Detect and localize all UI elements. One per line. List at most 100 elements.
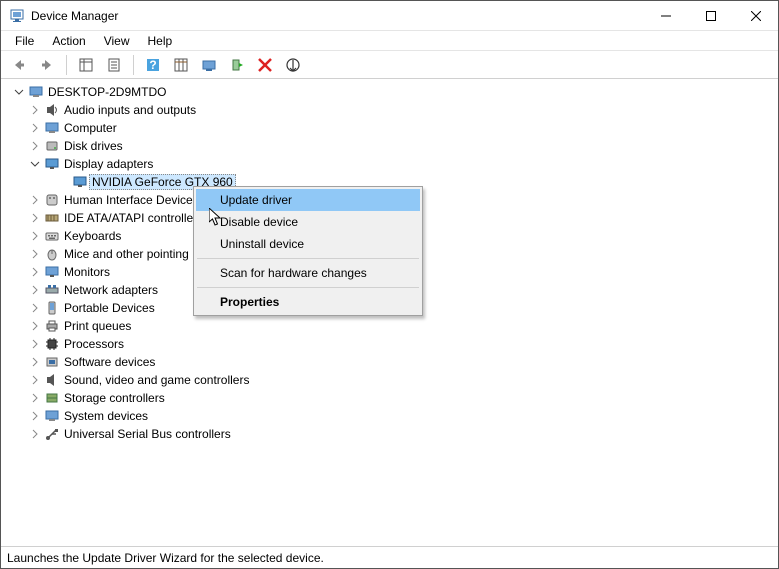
speaker-icon bbox=[43, 102, 61, 118]
computer-icon bbox=[43, 120, 61, 136]
show-hide-tree-button[interactable] bbox=[74, 53, 98, 77]
tree-item-storage[interactable]: Storage controllers bbox=[5, 389, 778, 407]
tree-item-print[interactable]: Print queues bbox=[5, 317, 778, 335]
tree-label: Network adapters bbox=[61, 282, 161, 298]
context-menu: Update driver Disable device Uninstall d… bbox=[193, 186, 423, 316]
menu-help[interactable]: Help bbox=[140, 32, 181, 50]
forward-button[interactable] bbox=[35, 53, 59, 77]
chevron-right-icon[interactable] bbox=[27, 318, 43, 334]
tree-label: Mice and other pointing bbox=[61, 246, 192, 262]
system-icon bbox=[43, 408, 61, 424]
tree-label: Human Interface Device bbox=[61, 192, 196, 208]
tree-item-software[interactable]: Software devices bbox=[5, 353, 778, 371]
chevron-right-icon[interactable] bbox=[27, 246, 43, 262]
mouse-icon bbox=[43, 246, 61, 262]
app-icon bbox=[9, 8, 25, 24]
portable-icon bbox=[43, 300, 61, 316]
disable-device-button[interactable] bbox=[281, 53, 305, 77]
tree-item-computer[interactable]: Computer bbox=[5, 119, 778, 137]
menubar: File Action View Help bbox=[1, 31, 778, 51]
properties-button[interactable] bbox=[102, 53, 126, 77]
controller-icon bbox=[43, 210, 61, 226]
tree-root[interactable]: DESKTOP-2D9MTDO bbox=[5, 83, 778, 101]
sound-icon bbox=[43, 372, 61, 388]
scan-button[interactable] bbox=[169, 53, 193, 77]
window-controls bbox=[643, 1, 778, 30]
cpu-icon bbox=[43, 336, 61, 352]
tree-item-sound[interactable]: Sound, video and game controllers bbox=[5, 371, 778, 389]
chevron-right-icon[interactable] bbox=[27, 228, 43, 244]
toolbar-separator bbox=[66, 55, 67, 75]
disk-icon bbox=[43, 138, 61, 154]
uninstall-device-button[interactable] bbox=[253, 53, 277, 77]
chevron-right-icon[interactable] bbox=[27, 210, 43, 226]
ctx-uninstall-device[interactable]: Uninstall device bbox=[196, 233, 420, 255]
chevron-right-icon[interactable] bbox=[27, 300, 43, 316]
tree-item-disk[interactable]: Disk drives bbox=[5, 137, 778, 155]
chevron-right-icon[interactable] bbox=[27, 372, 43, 388]
menu-action[interactable]: Action bbox=[44, 32, 93, 50]
chevron-down-icon[interactable] bbox=[11, 84, 27, 100]
ctx-separator bbox=[197, 287, 419, 288]
tree-label: Storage controllers bbox=[61, 390, 168, 406]
tree-item-processors[interactable]: Processors bbox=[5, 335, 778, 353]
usb-icon bbox=[43, 426, 61, 442]
tree-label: Sound, video and game controllers bbox=[61, 372, 252, 388]
tree-label: Print queues bbox=[61, 318, 134, 334]
ctx-update-driver[interactable]: Update driver bbox=[196, 189, 420, 211]
tree-label: Audio inputs and outputs bbox=[61, 102, 199, 118]
blank-icon bbox=[55, 174, 71, 190]
tree-label: Disk drives bbox=[61, 138, 126, 154]
chevron-right-icon[interactable] bbox=[27, 192, 43, 208]
maximize-button[interactable] bbox=[688, 1, 733, 30]
tree-label: Software devices bbox=[61, 354, 158, 370]
status-text: Launches the Update Driver Wizard for th… bbox=[7, 551, 324, 565]
back-button[interactable] bbox=[7, 53, 31, 77]
minimize-button[interactable] bbox=[643, 1, 688, 30]
tree-label: Computer bbox=[61, 120, 120, 136]
tree-label: System devices bbox=[61, 408, 151, 424]
ctx-properties[interactable]: Properties bbox=[196, 291, 420, 313]
enable-device-button[interactable] bbox=[225, 53, 249, 77]
tree-label: Keyboards bbox=[61, 228, 124, 244]
menu-file[interactable]: File bbox=[7, 32, 42, 50]
close-button[interactable] bbox=[733, 1, 778, 30]
tree-label: Display adapters bbox=[61, 156, 156, 172]
chevron-right-icon[interactable] bbox=[27, 426, 43, 442]
chevron-right-icon[interactable] bbox=[27, 408, 43, 424]
chevron-right-icon[interactable] bbox=[27, 390, 43, 406]
window-title: Device Manager bbox=[31, 9, 643, 23]
chevron-right-icon[interactable] bbox=[27, 102, 43, 118]
tree-root-label: DESKTOP-2D9MTDO bbox=[45, 84, 169, 100]
storage-icon bbox=[43, 390, 61, 406]
tree-item-audio[interactable]: Audio inputs and outputs bbox=[5, 101, 778, 119]
software-icon bbox=[43, 354, 61, 370]
chevron-right-icon[interactable] bbox=[27, 282, 43, 298]
keyboard-icon bbox=[43, 228, 61, 244]
chevron-right-icon[interactable] bbox=[27, 138, 43, 154]
chevron-right-icon[interactable] bbox=[27, 336, 43, 352]
tree-label: Universal Serial Bus controllers bbox=[61, 426, 234, 442]
tree-item-system[interactable]: System devices bbox=[5, 407, 778, 425]
svg-text:?: ? bbox=[149, 58, 156, 72]
tree-item-display[interactable]: Display adapters bbox=[5, 155, 778, 173]
help-button[interactable]: ? bbox=[141, 53, 165, 77]
tree-item-usb[interactable]: Universal Serial Bus controllers bbox=[5, 425, 778, 443]
device-manager-window: Device Manager File Action View Help bbox=[0, 0, 779, 569]
network-icon bbox=[43, 282, 61, 298]
printer-icon bbox=[43, 318, 61, 334]
ctx-disable-device[interactable]: Disable device bbox=[196, 211, 420, 233]
chevron-right-icon[interactable] bbox=[27, 354, 43, 370]
toolbar: ? bbox=[1, 51, 778, 79]
tree-label: Processors bbox=[61, 336, 127, 352]
ctx-scan-hardware[interactable]: Scan for hardware changes bbox=[196, 262, 420, 284]
monitor-icon bbox=[43, 264, 61, 280]
chevron-down-icon[interactable] bbox=[27, 156, 43, 172]
tree-label: IDE ATA/ATAPI controlle bbox=[61, 210, 196, 226]
display-icon bbox=[71, 174, 89, 190]
chevron-right-icon[interactable] bbox=[27, 264, 43, 280]
update-driver-button[interactable] bbox=[197, 53, 221, 77]
menu-view[interactable]: View bbox=[96, 32, 138, 50]
chevron-right-icon[interactable] bbox=[27, 120, 43, 136]
titlebar: Device Manager bbox=[1, 1, 778, 31]
